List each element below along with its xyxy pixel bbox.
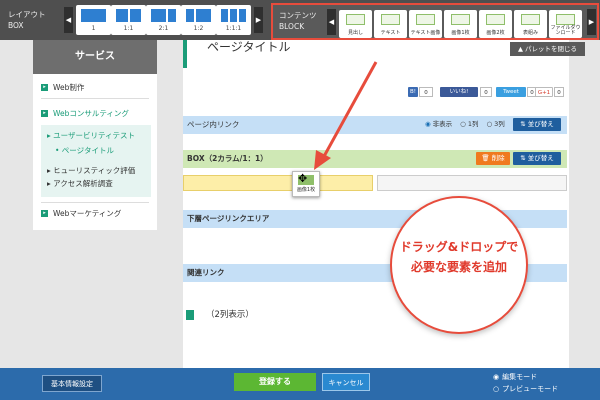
- preview-mode-radio[interactable]: プレビューモード: [493, 384, 558, 394]
- edit-mode-radio[interactable]: 編集モード: [493, 372, 537, 382]
- drag-arrow-line: [320, 61, 378, 161]
- callout-bubble: ドラッグ&ドロップで 必要な要素を追加: [390, 196, 528, 334]
- callout-line-2: 必要な要素を追加: [410, 260, 507, 274]
- callout-line-1: ドラッグ&ドロップで: [399, 240, 519, 254]
- drag-arrow-head: [314, 150, 331, 170]
- save-button[interactable]: 登録する: [234, 373, 316, 391]
- drag-item-label: 画像1枚: [296, 187, 316, 193]
- drag-arrow-overlay: [314, 61, 378, 170]
- move-cursor-icon: ✥: [298, 172, 308, 185]
- cancel-button[interactable]: キャンセル: [322, 373, 370, 391]
- basic-info-button[interactable]: 基本情報設定: [42, 375, 102, 392]
